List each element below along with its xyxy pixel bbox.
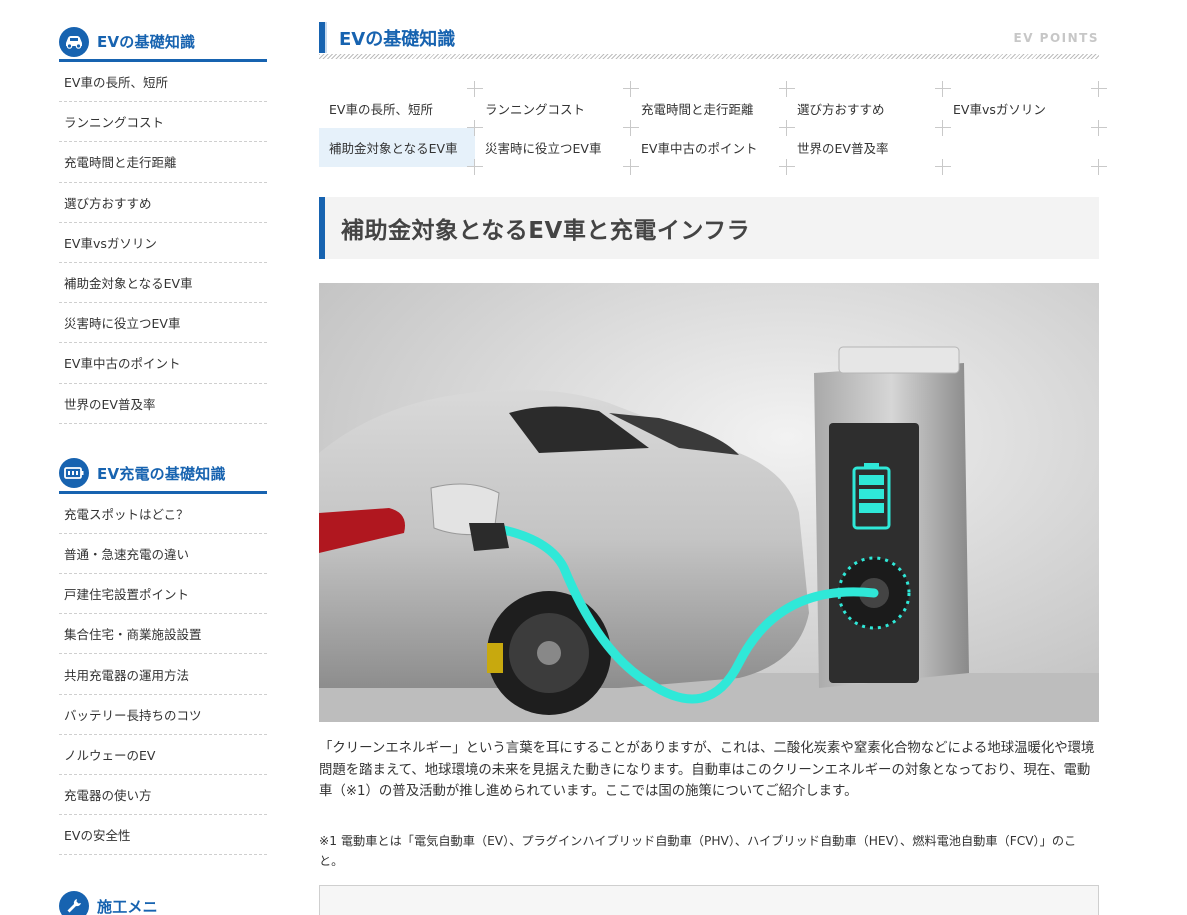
grid-cross-mark [935, 159, 951, 175]
sidebar-item[interactable]: 災害時に役立つEV車 [59, 303, 267, 344]
sidebar-item[interactable]: ノルウェーのEV [59, 735, 267, 775]
grid-cross-mark [935, 81, 951, 97]
tab-item[interactable]: 選び方おすすめ [787, 89, 943, 128]
section-heading: 補助金対象となるEV車と充電インフラ [319, 197, 1099, 259]
sidebar-item[interactable]: 戸建住宅設置ポイント [59, 574, 267, 615]
intro-paragraph: 「クリーンエネルギー」という言葉を耳にすることがありますが、これは、二酸化炭素や… [319, 741, 1095, 799]
sidebar-item[interactable]: 充電スポットはどこ？ [59, 494, 267, 534]
page-header: EVの基礎知識 EV POINTS [319, 22, 1099, 60]
sidebar-group-header: EV充電の基礎知識 [59, 456, 267, 494]
sidebar-item[interactable]: 集合住宅・商業施設設置 [59, 614, 267, 655]
sidebar-item[interactable]: 選び方おすすめ [59, 183, 267, 223]
footnote: ※1 電動車とは「電気自動車（EV）、プラグインハイブリッド自動車（PHV）、ハ… [319, 833, 1077, 868]
tab-item[interactable]: 災害時に役立つEV車 [475, 128, 631, 167]
sidebar-group-charging-basics: EV充電の基礎知識 充電スポットはどこ？ 普通・急速充電の違い 戸建住宅設置ポイント… [59, 456, 267, 856]
sidebar-group-header: EVの基礎知識 [59, 24, 267, 62]
sidebar-group-header: 施工メニ [59, 887, 267, 915]
grid-cross-mark [467, 81, 483, 97]
grid-cross-mark [1091, 81, 1107, 97]
sidebar-group-title: 施工メニ [97, 897, 158, 915]
grid-cross-mark [1091, 120, 1107, 136]
sidebar-item[interactable]: 共用充電器の運用方法 [59, 654, 267, 695]
sidebar-item[interactable]: バッテリー長持ちのコツ [59, 695, 267, 735]
page-subtitle: EV POINTS [1013, 31, 1099, 45]
grid-cross-mark [1091, 159, 1107, 175]
tab-item[interactable]: EV車vsガソリン [943, 89, 1099, 128]
tab-item[interactable]: 充電時間と走行距離 [631, 89, 787, 128]
sidebar-item[interactable]: EV車中古のポイント [59, 343, 267, 384]
grid-cross-mark [935, 120, 951, 136]
sidebar-group-title: EVの基礎知識 [97, 33, 196, 51]
sidebar-list: 充電スポットはどこ？ 普通・急速充電の違い 戸建住宅設置ポイント 集合住宅・商業施設設… [59, 494, 267, 856]
section-title: 補助金対象となるEV車と充電インフラ [341, 218, 751, 244]
sidebar-item[interactable]: 充電器の使い方 [59, 775, 267, 816]
sidebar-item[interactable]: ランニングコスト [59, 102, 267, 143]
grid-cross-mark [467, 159, 483, 175]
page-title: EVの基礎知識 [339, 29, 456, 50]
grid-cross-mark [623, 159, 639, 175]
sidebar-item[interactable]: 充電時間と走行距離 [59, 142, 267, 183]
tab-item[interactable]: EV車の長所、短所 [319, 89, 475, 128]
sidebar-group-ev-basics: EVの基礎知識 EV車の長所、短所 ランニングコスト 充電時間と走行距離 選び方おすす… [59, 24, 267, 424]
sidebar-item[interactable]: EVの安全性 [59, 815, 267, 856]
main-content: EVの基礎知識 EV POINTS EV車の長所、短所 ランニングコスト 充電時間と… [319, 22, 1107, 915]
tab-item[interactable]: 補助金対象となるEV車 [319, 128, 475, 167]
sidebar-list: EV車の長所、短所 ランニングコスト 充電時間と走行距離 選び方おすすめ EV車vsガソ… [59, 62, 267, 424]
grid-cross-mark [779, 120, 795, 136]
tab-item[interactable]: 世界のEV普及率 [787, 128, 943, 167]
header-accent-bar-light [325, 22, 327, 53]
grid-cross-mark [623, 81, 639, 97]
car-icon [59, 26, 89, 57]
grid-cross-mark [779, 159, 795, 175]
hero-image-ev-charging [319, 283, 1099, 722]
grid-cross-mark [779, 81, 795, 97]
tab-item[interactable]: EV車中古のポイント [631, 128, 787, 167]
sidebar-group-title: EV充電の基礎知識 [97, 464, 226, 483]
grid-cross-mark [623, 120, 639, 136]
tab-item[interactable]: ランニングコスト [475, 89, 631, 128]
sidebar-item[interactable]: 補助金対象となるEV車 [59, 263, 267, 304]
topic-tab-grid: EV車の長所、短所 ランニングコスト 充電時間と走行距離 選び方おすすめ EV車vsガソ… [319, 81, 1107, 175]
sidebar-item[interactable]: EV車の長所、短所 [59, 62, 267, 103]
sidebar: EVの基礎知識 EV車の長所、短所 ランニングコスト 充電時間と走行距離 選び方おすす… [59, 24, 267, 915]
content-box [319, 884, 1099, 915]
grid-cross-mark [467, 120, 483, 136]
wrench-icon [59, 891, 89, 915]
sidebar-item[interactable]: 普通・急速充電の違い [59, 534, 267, 575]
battery-icon [59, 458, 89, 489]
sidebar-group-construction: 施工メニ [59, 887, 267, 915]
sidebar-item[interactable]: 世界のEV普及率 [59, 384, 267, 424]
sidebar-item[interactable]: EV車vsガソリン [59, 223, 267, 263]
